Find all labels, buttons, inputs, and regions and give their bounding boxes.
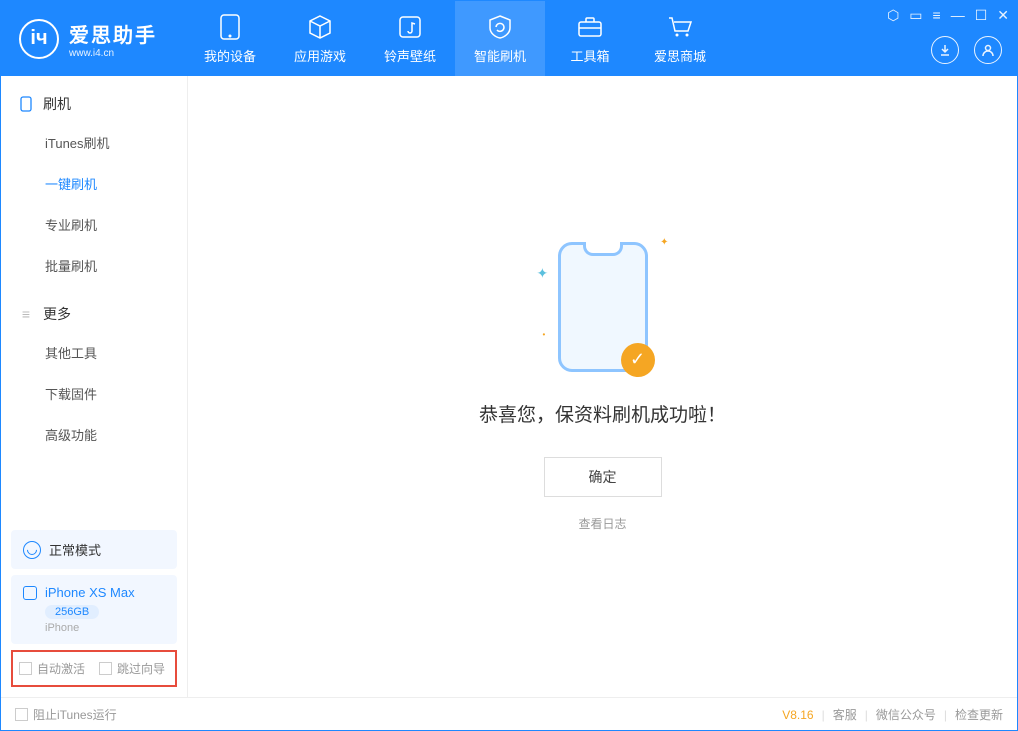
check-badge-icon: ✓	[621, 343, 655, 377]
close-button[interactable]: ✕	[997, 7, 1009, 24]
sidebar: 刷机 iTunes刷机 一键刷机 专业刷机 批量刷机 ≡ 更多 其他工具 下载固…	[1, 76, 188, 697]
sidebar-item-pro-flash[interactable]: 专业刷机	[1, 204, 187, 245]
success-illustration: ✓ ✦ ✦ •	[558, 242, 648, 372]
header-actions	[931, 36, 1002, 64]
phone-notch	[583, 242, 623, 256]
tshirt-icon[interactable]: ⬡	[887, 7, 899, 24]
nav-store[interactable]: 爱思商城	[635, 1, 725, 76]
logo-area: iч 爱思助手 www.i4.cn	[1, 19, 175, 59]
device-box[interactable]: iPhone XS Max 256GB iPhone	[11, 575, 177, 644]
sidebar-group-flash: 刷机	[1, 76, 187, 122]
window-controls: ⬡ ▭ ≡ — ☐ ✕	[887, 7, 1009, 24]
nav-my-device[interactable]: 我的设备	[185, 1, 275, 76]
sidebar-item-other-tools[interactable]: 其他工具	[1, 332, 187, 373]
footer-link-wechat[interactable]: 微信公众号	[876, 706, 936, 723]
check-block-itunes[interactable]: 阻止iTunes运行	[15, 706, 117, 723]
check-auto-activate[interactable]: 自动激活	[19, 660, 85, 677]
nav-toolbox[interactable]: 工具箱	[545, 1, 635, 76]
app-title: 爱思助手	[69, 19, 157, 48]
options-icon[interactable]: ▭	[909, 7, 922, 24]
checkbox-icon	[19, 662, 32, 675]
sidebar-item-batch-flash[interactable]: 批量刷机	[1, 245, 187, 286]
mode-box[interactable]: 正常模式	[11, 530, 177, 569]
body-area: 刷机 iTunes刷机 一键刷机 专业刷机 批量刷机 ≡ 更多 其他工具 下载固…	[1, 76, 1017, 697]
sparkle-icon: ✦	[537, 265, 549, 282]
checkbox-icon	[15, 708, 28, 721]
minimize-button[interactable]: —	[951, 7, 965, 24]
music-icon	[396, 13, 424, 41]
device-capacity: 256GB	[45, 605, 99, 619]
device-small-icon	[23, 586, 37, 600]
shield-refresh-icon	[486, 13, 514, 41]
user-icon[interactable]	[974, 36, 1002, 64]
mode-label: 正常模式	[49, 540, 101, 559]
sparkle-icon: •	[543, 330, 546, 339]
mode-icon	[23, 541, 41, 559]
version-label: V8.16	[782, 708, 813, 722]
main-nav: 我的设备 应用游戏 铃声壁纸 智能刷机 工具箱 爱思商城	[185, 1, 725, 76]
device-name: iPhone XS Max	[45, 585, 135, 600]
footer-link-support[interactable]: 客服	[833, 706, 857, 723]
footer-right: V8.16 | 客服 | 微信公众号 | 检查更新	[782, 706, 1003, 723]
sidebar-item-advanced[interactable]: 高级功能	[1, 414, 187, 455]
main-content: ✓ ✦ ✦ • 恭喜您，保资料刷机成功啦！ 确定 查看日志	[188, 76, 1017, 697]
sidebar-bottom: 正常模式 iPhone XS Max 256GB iPhone 自动激活 跳过向…	[1, 524, 187, 697]
footer-link-update[interactable]: 检查更新	[955, 706, 1003, 723]
nav-flash[interactable]: 智能刷机	[455, 1, 545, 76]
menu-icon[interactable]: ≡	[933, 7, 941, 24]
view-log-link[interactable]: 查看日志	[578, 515, 626, 532]
maximize-button[interactable]: ☐	[975, 7, 988, 24]
phone-icon	[19, 97, 33, 111]
ok-button[interactable]: 确定	[544, 457, 662, 497]
app-header: iч 爱思助手 www.i4.cn 我的设备 应用游戏 铃声壁纸 智能刷机 工具…	[1, 1, 1017, 76]
success-message: 恭喜您，保资料刷机成功啦！	[479, 400, 726, 427]
sidebar-checks: 自动激活 跳过向导	[11, 650, 177, 687]
app-url: www.i4.cn	[69, 48, 157, 59]
logo-text: 爱思助手 www.i4.cn	[69, 19, 157, 59]
sidebar-item-download-firmware[interactable]: 下载固件	[1, 373, 187, 414]
sidebar-group-more: ≡ 更多	[1, 286, 187, 332]
download-icon[interactable]	[931, 36, 959, 64]
nav-apps-games[interactable]: 应用游戏	[275, 1, 365, 76]
cube-icon	[306, 13, 334, 41]
cart-icon	[666, 13, 694, 41]
toolbox-icon	[576, 13, 604, 41]
sparkle-icon: ✦	[660, 237, 668, 248]
check-skip-guide[interactable]: 跳过向导	[99, 660, 165, 677]
device-type: iPhone	[45, 622, 165, 634]
device-name-row: iPhone XS Max	[23, 585, 165, 600]
checkbox-icon	[99, 662, 112, 675]
device-icon	[216, 13, 244, 41]
sidebar-item-onekey-flash[interactable]: 一键刷机	[1, 163, 187, 204]
list-icon: ≡	[19, 307, 33, 321]
nav-ringtones[interactable]: 铃声壁纸	[365, 1, 455, 76]
sidebar-item-itunes-flash[interactable]: iTunes刷机	[1, 122, 187, 163]
status-bar: 阻止iTunes运行 V8.16 | 客服 | 微信公众号 | 检查更新	[1, 697, 1017, 731]
logo-icon: iч	[19, 19, 59, 59]
sidebar-scroll: 刷机 iTunes刷机 一键刷机 专业刷机 批量刷机 ≡ 更多 其他工具 下载固…	[1, 76, 187, 524]
